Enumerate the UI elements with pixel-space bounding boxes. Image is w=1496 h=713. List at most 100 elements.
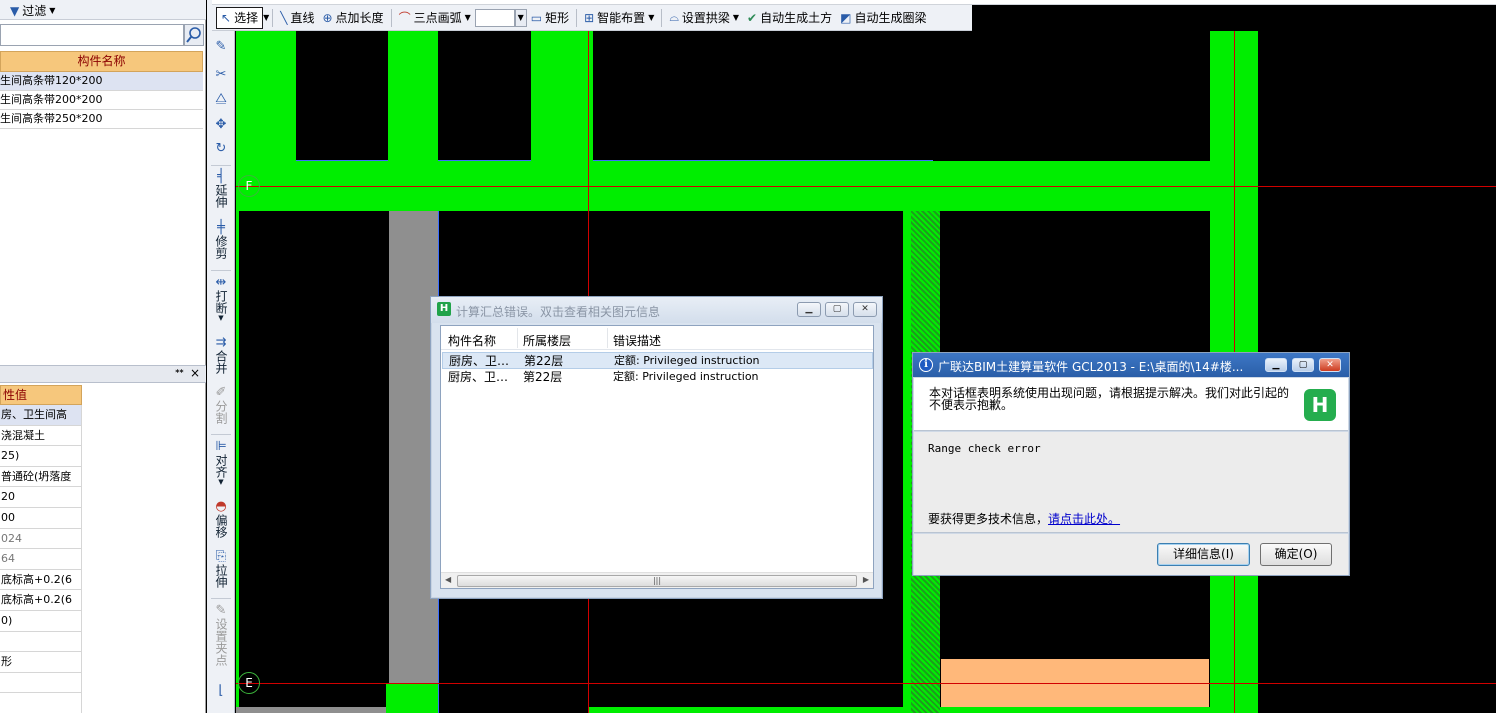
property-row[interactable]: 20	[0, 487, 82, 508]
cursor-icon: ↖	[221, 10, 232, 25]
left-panel: ▼ 过滤 ▼ 构件名称 生间高条带120*200 生间高条带200*200 生间…	[0, 0, 206, 713]
merge-icon: ⇉	[215, 335, 227, 350]
arc-combo-input[interactable]	[474, 8, 515, 27]
offset-button[interactable]: ◓ 偏移	[207, 500, 235, 539]
maximize-button[interactable]: ▢	[1292, 358, 1314, 372]
property-row[interactable]: 底标高+0.2(6	[0, 569, 82, 591]
filter-button[interactable]: ▼ 过滤 ▼	[10, 2, 55, 19]
combo-dropdown-button[interactable]: ▼	[514, 8, 527, 27]
mirror-tool-button[interactable]: ✂	[207, 68, 235, 82]
maximize-button[interactable]: ▢	[825, 302, 849, 317]
property-row[interactable]	[0, 631, 82, 653]
filter-bar: ▼ 过滤 ▼	[0, 0, 206, 20]
component-row[interactable]: 生间高条带120*200	[0, 72, 203, 91]
smart-layout-icon: ⊞	[584, 10, 595, 25]
property-row[interactable]: 房、卫生间高	[0, 405, 82, 426]
scroll-right-icon[interactable]: ▶	[863, 575, 869, 584]
align-button[interactable]: ⊫ 对齐 ▼	[207, 440, 235, 487]
close-button[interactable]: ✕	[853, 302, 877, 317]
split-button[interactable]: ✐ 分割	[207, 386, 235, 425]
line-button[interactable]: ╲ 直线	[276, 7, 318, 29]
property-row[interactable]: 底标高+0.2(6	[0, 590, 82, 611]
column-header-desc[interactable]: 错误描述	[613, 332, 661, 349]
component-row[interactable]: 生间高条带250*200	[0, 110, 203, 129]
app-logo-icon: H	[1304, 389, 1336, 421]
column-header-floor[interactable]: 所属楼层	[523, 332, 571, 349]
three-point-arc-button[interactable]: ⌒ 三点画弧 ▼	[395, 7, 475, 29]
ok-button[interactable]: 确定(O)	[1260, 543, 1332, 566]
auto-earthwork-button[interactable]: ✔ 自动生成土方	[743, 7, 836, 29]
earthwork-icon: ✔	[747, 10, 758, 25]
component-row[interactable]: 生间高条带200*200	[0, 91, 203, 110]
property-row[interactable]: 024	[0, 528, 82, 550]
arc-icon: ⌒	[398, 11, 411, 25]
extend-button[interactable]: ╡ 延伸	[207, 170, 235, 209]
grip-icon: ✎	[215, 603, 227, 618]
property-row[interactable]	[0, 672, 82, 694]
merge-button[interactable]: ⇉ 合并	[207, 335, 235, 375]
set-grip-button[interactable]: ✎ 设置夹点	[207, 603, 235, 667]
error-row[interactable]: 厨房、卫… 第22层 定额: Privileged instruction	[442, 352, 873, 369]
search-icon	[186, 27, 201, 43]
minimize-button[interactable]: ▁	[1265, 358, 1287, 372]
scroll-thumb[interactable]: |||	[457, 575, 857, 587]
smart-layout-button[interactable]: ⊞ 智能布置 ▼	[580, 7, 658, 29]
property-row[interactable]: 浇混凝土	[0, 425, 82, 447]
pen-icon: ✎	[215, 39, 227, 54]
property-row[interactable]: 00	[0, 507, 82, 529]
axis-label-e: E	[238, 672, 260, 694]
more-tool-button[interactable]: ⌊	[207, 684, 235, 698]
auto-ring-beam-button[interactable]: ◩ 自动生成圈梁	[836, 7, 930, 29]
app-logo-icon: H	[437, 302, 451, 316]
error-row-floor: 第22层	[524, 354, 564, 368]
filter-label: 过滤	[22, 4, 47, 18]
move-tool-button[interactable]: ✥	[207, 118, 235, 132]
flip-tool-button[interactable]: ⧋	[207, 92, 235, 106]
scissors-icon: ✂	[215, 67, 227, 82]
stretch-button[interactable]: ⎘ 拉伸	[207, 550, 235, 589]
system-error-titlebar[interactable]: i 广联达BIM土建算量软件 GCL2013 - E:\桌面的\14#楼... …	[913, 353, 1349, 377]
property-row[interactable]: 普通砼(坍落度	[0, 466, 82, 488]
message-area: 本对话框表明系统使用出现问题，请根据提示解决。我们对此引起的不便表示抱歉。 H	[914, 378, 1348, 431]
select-button[interactable]: ↖ 选择	[216, 6, 264, 29]
trim-icon: ╪	[217, 220, 225, 235]
ring-beam-icon: ◩	[840, 10, 852, 25]
mirror-icon: ⧋	[215, 91, 227, 106]
rect-button[interactable]: ▭ 矩形	[527, 7, 573, 29]
error-row-name: 厨房、卫…	[448, 370, 509, 384]
calc-error-title: 计算汇总错误。双击查看相关图元信息	[456, 305, 661, 319]
auto-earthwork-label: 自动生成土方	[760, 11, 833, 25]
details-button[interactable]: 详细信息(I)	[1157, 543, 1250, 566]
pin-icon[interactable]: ᕯ	[175, 367, 184, 381]
property-row[interactable]: 25)	[0, 446, 82, 467]
property-row[interactable]: 0)	[0, 610, 82, 632]
property-row[interactable]: 形	[0, 652, 82, 673]
split-label: 分割	[214, 400, 228, 424]
search-button[interactable]	[184, 24, 204, 46]
set-arch-beam-button[interactable]: ⌓ 设置拱梁 ▼	[665, 7, 743, 29]
calc-error-titlebar[interactable]: H 计算汇总错误。双击查看相关图元信息 ▁ ▢ ✕	[431, 297, 882, 323]
scroll-left-icon[interactable]: ◀	[445, 575, 451, 584]
dropdown-arrow-icon: ▼	[49, 6, 56, 15]
property-row[interactable]: 64	[0, 549, 82, 570]
property-row[interactable]	[0, 693, 82, 713]
search-input[interactable]	[0, 24, 184, 46]
horizontal-scrollbar[interactable]: ◀ ||| ▶	[441, 572, 873, 588]
system-error-dialog: i 广联达BIM土建算量软件 GCL2013 - E:\桌面的\14#楼... …	[912, 352, 1350, 576]
error-row-floor: 第22层	[523, 370, 563, 384]
dropdown-arrow-icon[interactable]: ▼	[263, 13, 269, 22]
break-button[interactable]: ⇹ 打断 ▼	[207, 276, 235, 323]
corner-icon: ⌊	[218, 683, 224, 698]
error-row[interactable]: 厨房、卫… 第22层 定额: Privileged instruction	[442, 369, 873, 386]
trim-button[interactable]: ╪ 修剪	[207, 220, 235, 260]
auto-ring-beam-label: 自动生成圈梁	[854, 11, 927, 25]
more-info-link[interactable]: 请点击此处。	[1048, 512, 1120, 526]
close-icon[interactable]: ×	[190, 366, 200, 380]
minimize-button[interactable]: ▁	[797, 302, 821, 317]
pen-tool-button[interactable]: ✎	[207, 40, 235, 54]
close-button[interactable]: ✕	[1319, 358, 1341, 372]
point-length-button[interactable]: ⊕ 点加长度	[318, 7, 387, 29]
rotate-tool-button[interactable]: ↻	[207, 142, 235, 156]
column-header-name[interactable]: 构件名称	[448, 332, 496, 349]
point-length-icon: ⊕	[322, 10, 333, 25]
